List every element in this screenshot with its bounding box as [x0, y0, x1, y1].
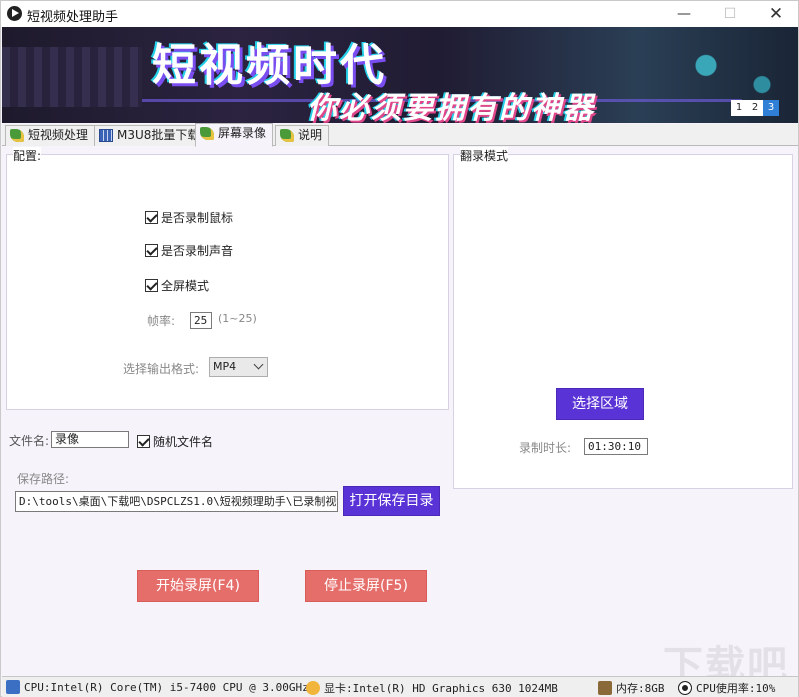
- promo-banner: 短视频时代 你必须要拥有的神器 1 2 3: [2, 27, 798, 123]
- format-label: 选择输出格式:: [123, 362, 200, 376]
- filename-input[interactable]: 录像: [51, 431, 129, 448]
- tab-m3u8-download[interactable]: M3U8批量下载: [94, 125, 207, 146]
- maximize-button[interactable]: ☐: [707, 1, 753, 27]
- status-gpu-text: 显卡:Intel(R) HD Graphics 630 1024MB: [324, 682, 558, 695]
- leaf-icon: [10, 129, 24, 142]
- banner-page-2[interactable]: 2: [747, 100, 763, 116]
- leaf-icon: [200, 127, 214, 140]
- record-mode-group: 翻录模式 选择区域 录制时长: 01:30:10: [453, 147, 793, 489]
- status-gpu: 显卡:Intel(R) HD Graphics 630 1024MB: [306, 680, 558, 696]
- select-region-button[interactable]: 选择区域: [556, 388, 644, 420]
- tab-instructions[interactable]: 说明: [275, 125, 330, 146]
- banner-decoration: [2, 47, 142, 107]
- fps-label: 帧率:: [147, 314, 176, 328]
- save-path-input[interactable]: D:\tools\桌面\下载吧\DSPCLZS1.0\短视频理助手\已录制视频: [15, 491, 338, 512]
- checkbox-label: 全屏模式: [161, 279, 210, 293]
- grid-icon: [99, 129, 113, 142]
- status-cpu: CPU:Intel(R) Core(TM) i5-7400 CPU @ 3.00…: [6, 680, 309, 694]
- window-title: 短视频处理助手: [27, 10, 119, 25]
- start-recording-button[interactable]: 开始录屏(F4): [137, 570, 259, 602]
- record-mode-label: 翻录模式: [460, 147, 509, 164]
- stop-recording-button[interactable]: 停止录屏(F5): [305, 570, 427, 602]
- tab-label: 说明: [298, 128, 323, 142]
- record-audio-checkbox[interactable]: 是否录制声音: [145, 242, 233, 259]
- status-memory-text: 内存:8GB: [616, 682, 665, 695]
- banner-pager: 1 2 3: [731, 100, 779, 116]
- banner-subtitle: 你必须要拥有的神器: [307, 91, 595, 123]
- panda-icon: [678, 681, 692, 695]
- fps-range: (1~25): [218, 312, 257, 325]
- status-memory: 内存:8GB: [598, 680, 665, 696]
- filename-label: 文件名:: [9, 434, 50, 448]
- chevron-down-icon: [253, 359, 264, 370]
- fullscreen-checkbox[interactable]: 全屏模式: [145, 277, 209, 294]
- tab-screen-recording[interactable]: 屏幕录像: [195, 123, 274, 147]
- memory-icon: [598, 681, 612, 695]
- open-save-dir-button[interactable]: 打开保存目录: [343, 486, 440, 516]
- tab-label: 短视频处理: [28, 128, 89, 142]
- app-play-icon: [7, 6, 22, 21]
- checkbox-label: 是否录制鼠标: [161, 211, 234, 225]
- tab-label: 屏幕录像: [218, 126, 267, 140]
- format-selected-value: MP4: [213, 360, 237, 373]
- record-mouse-checkbox[interactable]: 是否录制鼠标: [145, 209, 233, 226]
- status-cpu-usage: CPU使用率:10%: [678, 680, 775, 696]
- tab-label: M3U8批量下载: [117, 128, 200, 142]
- duration-label: 录制时长:: [519, 441, 572, 455]
- tab-strip: 短视频处理 M3U8批量下载 屏幕录像 说明: [2, 123, 798, 147]
- status-bar: CPU:Intel(R) Core(TM) i5-7400 CPU @ 3.00…: [2, 676, 798, 697]
- checkbox-checked-icon[interactable]: [137, 435, 150, 448]
- checkbox-checked-icon[interactable]: [145, 244, 158, 257]
- config-group: 配置: 是否录制鼠标 是否录制声音 全屏模式 帧率: 25 (1~25) 选择输…: [6, 147, 449, 410]
- checkbox-label: 是否录制声音: [161, 244, 234, 258]
- close-button[interactable]: ✕: [753, 1, 799, 27]
- app-window: 短视频处理助手 — ☐ ✕ 短视频时代 你必须要拥有的神器 1 2 3 短视频处…: [0, 0, 799, 697]
- cpu-icon: [6, 680, 20, 694]
- tab-video-processing[interactable]: 短视频处理: [5, 125, 96, 146]
- checkbox-label: 随机文件名: [153, 435, 214, 449]
- leaf-icon: [280, 129, 294, 142]
- title-bar: 短视频处理助手 — ☐ ✕: [1, 1, 798, 27]
- random-filename-checkbox[interactable]: 随机文件名: [137, 433, 213, 450]
- duration-input[interactable]: 01:30:10: [584, 438, 648, 455]
- banner-page-1[interactable]: 1: [731, 100, 747, 116]
- banner-page-3[interactable]: 3: [763, 100, 779, 116]
- format-select[interactable]: MP4: [209, 357, 268, 377]
- checkbox-checked-icon[interactable]: [145, 211, 158, 224]
- fps-input[interactable]: 25: [190, 312, 212, 329]
- status-cpu-text: CPU:Intel(R) Core(TM) i5-7400 CPU @ 3.00…: [24, 680, 309, 694]
- save-path-label: 保存路径:: [17, 472, 70, 486]
- checkbox-checked-icon[interactable]: [145, 279, 158, 292]
- config-label: 配置:: [13, 147, 42, 164]
- gpu-icon: [306, 681, 320, 695]
- status-cpu-usage-text: CPU使用率:10%: [696, 682, 776, 695]
- minimize-button[interactable]: —: [661, 1, 707, 27]
